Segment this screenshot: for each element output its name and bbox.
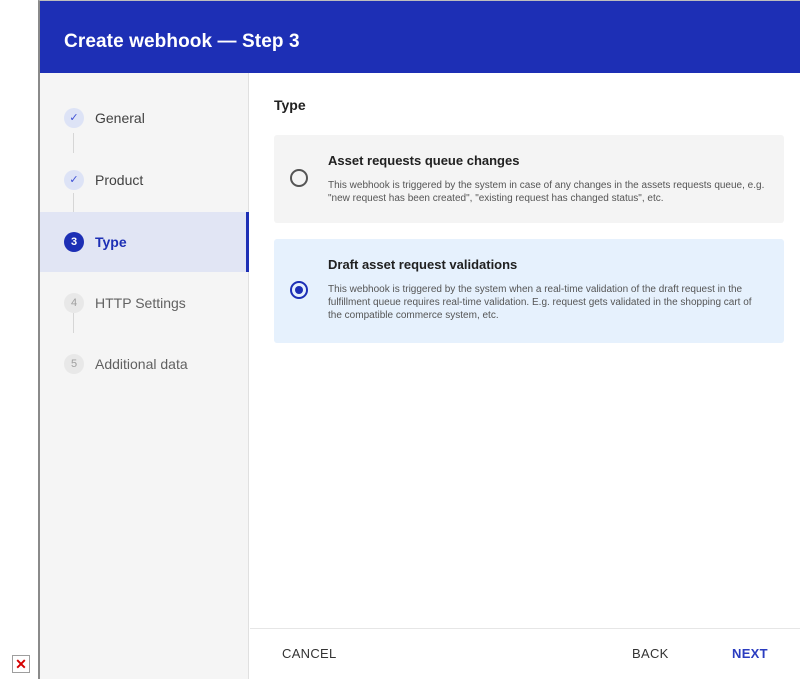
stepper-sidebar: ✓ General ✓ Product 3 Type 4 HTTP Settin… xyxy=(40,73,249,679)
dialog-footer: CANCEL BACK NEXT xyxy=(250,628,800,679)
radio-selected-icon[interactable] xyxy=(290,281,308,299)
step-number-badge: 5 xyxy=(64,354,84,374)
step-number-badge: 3 xyxy=(64,232,84,252)
step-number-badge: 4 xyxy=(64,293,84,313)
step-additional-data[interactable]: 5 Additional data xyxy=(40,334,249,394)
dialog-title: Create webhook — Step 3 xyxy=(64,31,300,52)
section-title: Type xyxy=(274,97,306,113)
step-label: General xyxy=(95,110,145,126)
step-content: Type Asset requests queue changes This w… xyxy=(250,73,800,628)
check-icon: ✓ xyxy=(64,108,84,128)
option-description: This webhook is triggered by the system … xyxy=(328,180,765,204)
cancel-button[interactable]: CANCEL xyxy=(282,646,337,661)
dialog-header: Create webhook — Step 3 xyxy=(40,1,800,73)
step-label: Product xyxy=(95,172,144,188)
option-title: Asset requests queue changes xyxy=(328,153,520,168)
option-asset-requests-queue-changes[interactable]: Asset requests queue changes This webhoo… xyxy=(274,135,784,223)
next-button[interactable]: NEXT xyxy=(732,646,768,661)
radio-icon[interactable] xyxy=(290,169,308,187)
step-general[interactable]: ✓ General xyxy=(40,88,249,148)
broken-image-icon: ✕ xyxy=(12,655,30,673)
step-label: Additional data xyxy=(95,356,188,372)
create-webhook-dialog: Create webhook — Step 3 ✓ General ✓ Prod… xyxy=(38,0,800,679)
option-title: Draft asset request validations xyxy=(328,257,518,272)
check-icon: ✓ xyxy=(64,170,84,190)
back-button[interactable]: BACK xyxy=(632,646,669,661)
step-http-settings[interactable]: 4 HTTP Settings xyxy=(40,273,249,333)
step-type[interactable]: 3 Type xyxy=(40,212,249,272)
option-description: This webhook is triggered by the system … xyxy=(328,284,752,321)
option-draft-asset-request-validations[interactable]: Draft asset request validations This web… xyxy=(274,239,784,343)
step-label: Type xyxy=(95,234,127,250)
step-product[interactable]: ✓ Product xyxy=(40,150,249,210)
step-label: HTTP Settings xyxy=(95,295,186,311)
